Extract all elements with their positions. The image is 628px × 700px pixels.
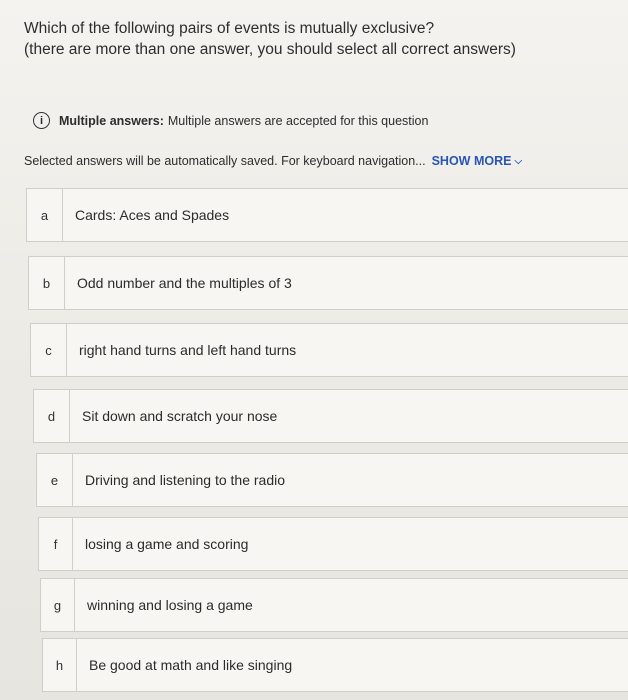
option-label: Cards: Aces and Spades <box>75 207 230 223</box>
option-h[interactable]: h Be good at math and like singing <box>42 638 628 692</box>
option-letter: b <box>29 257 65 309</box>
option-g[interactable]: g winning and losing a game <box>40 578 628 632</box>
option-letter: c <box>31 324 67 376</box>
option-label: Driving and listening to the radio <box>85 472 286 488</box>
option-e[interactable]: e Driving and listening to the radio <box>36 453 628 507</box>
option-label: Be good at math and like singing <box>89 657 293 673</box>
option-letter: g <box>41 579 75 631</box>
option-label: losing a game and scoring <box>85 536 249 552</box>
answer-options: a Cards: Aces and Spades b Odd number an… <box>0 0 628 700</box>
option-label: winning and losing a game <box>87 597 253 613</box>
option-letter: f <box>39 518 73 570</box>
option-letter: e <box>37 454 73 506</box>
option-letter: d <box>34 390 70 442</box>
option-letter: a <box>27 189 63 241</box>
option-f[interactable]: f losing a game and scoring <box>38 517 628 571</box>
option-a[interactable]: a Cards: Aces and Spades <box>26 188 628 242</box>
quiz-page: Which of the following pairs of events i… <box>0 0 628 700</box>
option-label: right hand turns and left hand turns <box>79 342 297 358</box>
option-c[interactable]: c right hand turns and left hand turns <box>30 323 628 377</box>
option-label: Sit down and scratch your nose <box>82 408 278 424</box>
option-label: Odd number and the multiples of 3 <box>77 275 292 291</box>
option-d[interactable]: d Sit down and scratch your nose <box>33 389 628 443</box>
option-b[interactable]: b Odd number and the multiples of 3 <box>28 256 628 310</box>
option-letter: h <box>43 639 77 691</box>
